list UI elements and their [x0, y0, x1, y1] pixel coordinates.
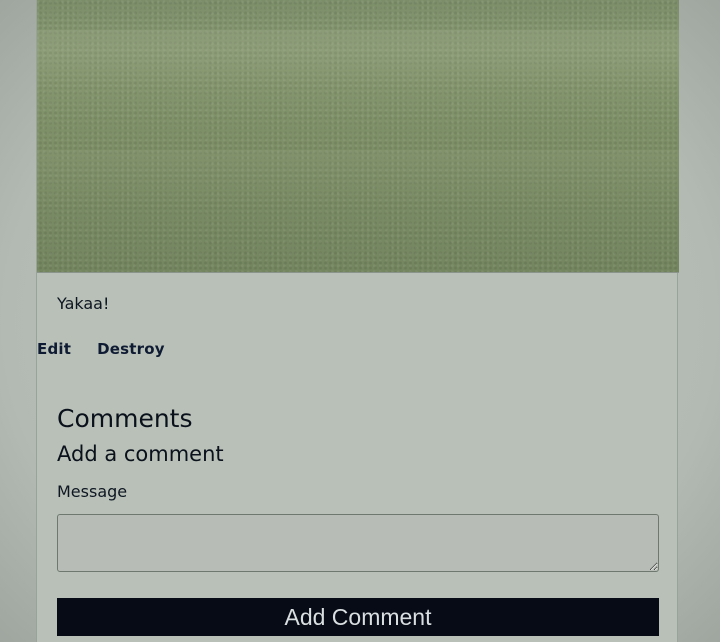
add-comment-heading: Add a comment	[57, 442, 224, 466]
add-comment-button[interactable]: Add Comment	[57, 598, 659, 636]
message-label: Message	[57, 482, 128, 501]
image-texture-band	[37, 150, 679, 210]
page: Yakaa! Edit Destroy Comments Add a comme…	[0, 0, 720, 642]
message-textarea[interactable]	[57, 514, 659, 572]
post-caption: Yakaa!	[57, 294, 110, 313]
destroy-link[interactable]: Destroy	[97, 340, 165, 358]
comments-heading: Comments	[57, 404, 193, 433]
post-actions: Edit Destroy	[37, 340, 165, 358]
post-image	[37, 0, 679, 273]
edit-link[interactable]: Edit	[37, 340, 71, 358]
image-texture-band	[37, 30, 679, 90]
post-card: Yakaa! Edit Destroy Comments Add a comme…	[36, 0, 679, 642]
